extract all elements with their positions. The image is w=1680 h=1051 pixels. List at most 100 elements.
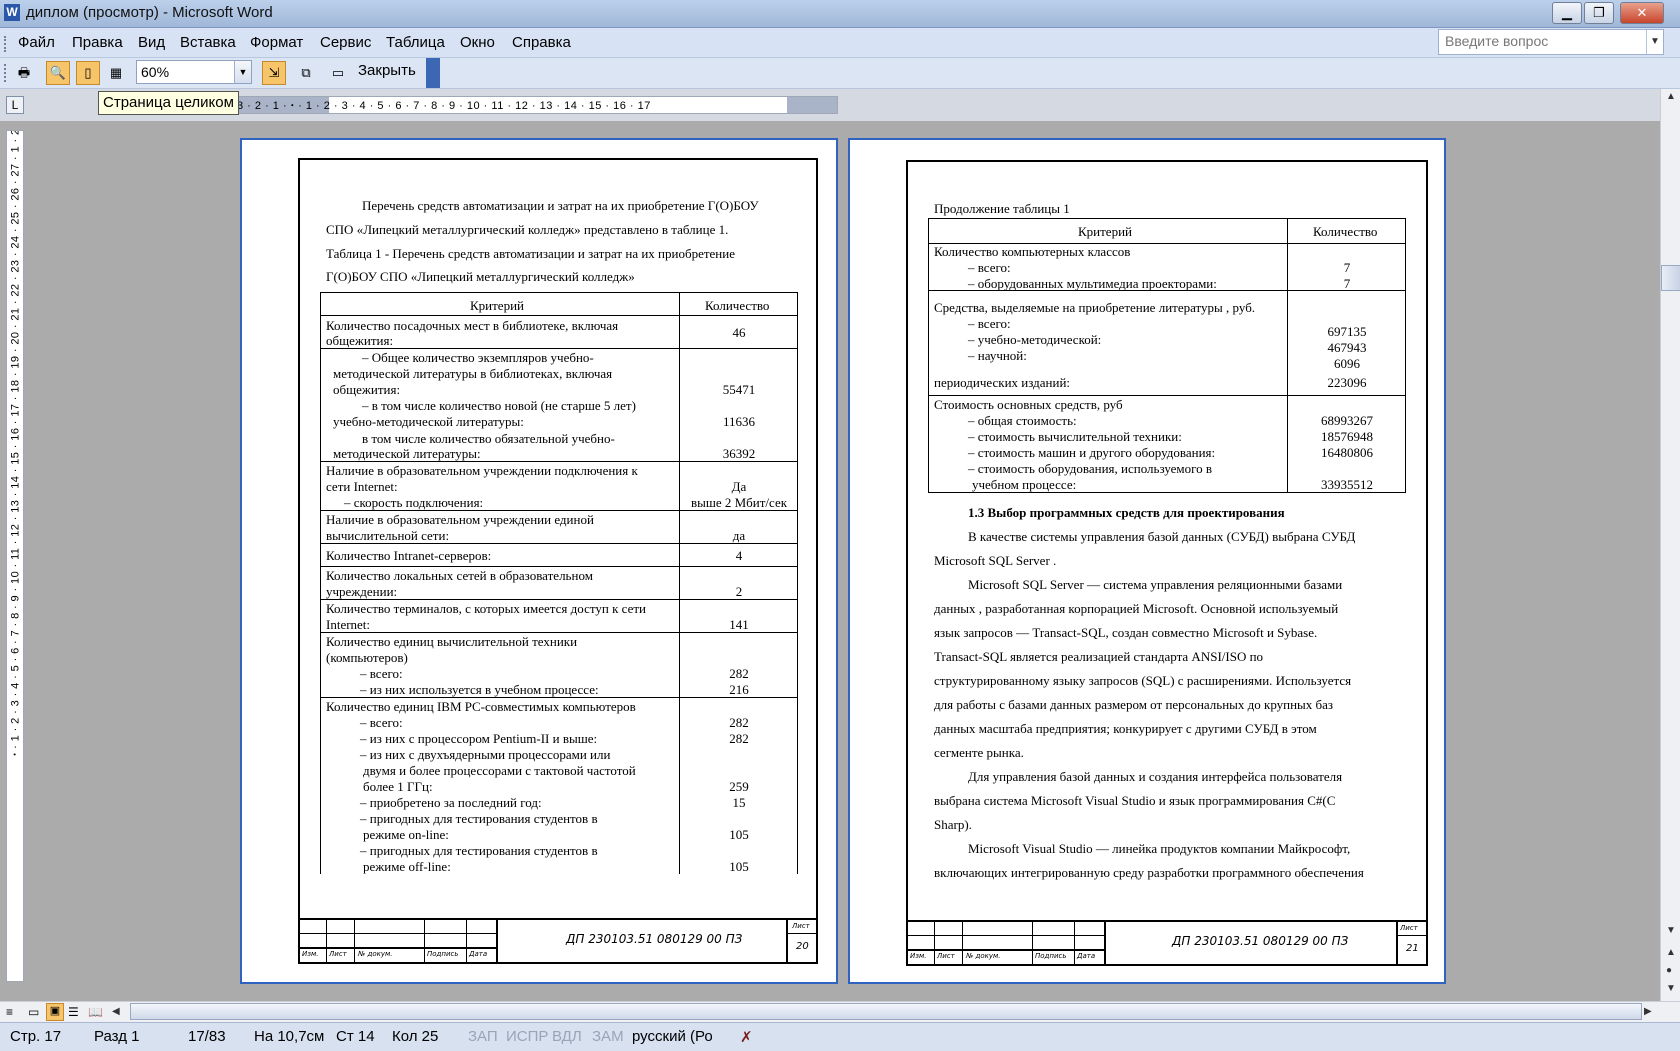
body-line: Microsoft SQL Server — система управлени… [968, 577, 1343, 592]
stamp-rule [906, 949, 1104, 951]
maximize-button[interactable]: ❐ [1584, 2, 1614, 24]
menu-help[interactable]: Справка [512, 34, 571, 51]
view-ruler-icon[interactable]: ▭ [326, 61, 350, 85]
menu-grip[interactable] [4, 36, 10, 52]
status-overtype[interactable]: ЗАМ [592, 1028, 624, 1045]
toolbar-options-icon[interactable] [426, 58, 440, 88]
stamp-col [934, 920, 935, 964]
scroll-left-icon[interactable]: ◀ [112, 1006, 120, 1017]
menu-edit[interactable]: Правка [72, 34, 123, 51]
vertical-scrollbar[interactable]: ▲ ▼ ▲ ● ▼ [1660, 89, 1680, 1001]
one-page-icon[interactable]: ▯ [76, 61, 100, 85]
status-rec[interactable]: ЗАП [468, 1028, 498, 1045]
print-preview-toolbar: 🖶 🔍 ▯ ▦ ⇲ ⧉ ▭ [0, 58, 1680, 89]
t1-line: учреждении: [326, 584, 398, 599]
select-browse-object-icon[interactable]: ● [1666, 965, 1672, 976]
tab-selector-icon[interactable]: L [6, 96, 24, 114]
t1-line: Количество локальных сетей в образовател… [326, 568, 593, 583]
prev-page-icon[interactable]: ▲ [1666, 947, 1676, 958]
toolbar-grip[interactable] [4, 64, 10, 82]
t2-line: – стоимость оборудования, используемого … [968, 461, 1213, 476]
body-line: Для управления базой данных и создания и… [968, 769, 1343, 784]
stamp-rule [786, 933, 818, 934]
t1-value: 141 [729, 617, 749, 632]
t2-line: – стоимость вычислительной техники: [968, 429, 1182, 444]
stamp-sheet-label: Лист [792, 922, 810, 930]
stamp-rule [1396, 935, 1428, 936]
menu-format[interactable]: Формат [250, 34, 303, 51]
normal-view-icon[interactable]: ≡ [6, 1005, 13, 1019]
horizontal-ruler[interactable]: 3 · 2 · 1 · ꞏ · 1 · 2 · 3 · 4 · 5 · 6 · … [232, 96, 838, 114]
minimize-button[interactable]: ▁ [1552, 2, 1582, 24]
caption-line-2: Г(О)БОУ СПО «Липецкий металлургический к… [326, 269, 635, 284]
outline-view-icon[interactable]: ☰ [68, 1005, 79, 1019]
t2-line: – всего: [968, 316, 1011, 331]
body-line: В качестве системы управления базой данн… [968, 529, 1356, 544]
intro-line-1: Перечень средств автоматизации и затрат … [362, 198, 759, 213]
t1-line: – скорость подключения: [344, 495, 484, 510]
t2-value: 7 [1343, 260, 1351, 275]
t2-line: – научной: [968, 348, 1027, 363]
stamp-document-code: ДП 230103.51 080129 00 ПЗ [566, 932, 743, 946]
scroll-down-icon[interactable]: ▼ [1666, 925, 1676, 936]
status-language[interactable]: русский (Ро [632, 1028, 713, 1045]
t1-value: 282 [729, 715, 749, 730]
stamp-col-label: № докум. [358, 950, 393, 958]
menu-window[interactable]: Окно [460, 34, 495, 51]
menu-file[interactable]: Файл [18, 34, 55, 51]
scroll-right-icon[interactable]: ▶ [1644, 1006, 1652, 1017]
status-track-changes[interactable]: ИСПР [506, 1028, 548, 1045]
multiple-pages-icon[interactable]: ▦ [104, 61, 128, 85]
horizontal-scroll-thumb[interactable] [130, 1003, 1642, 1020]
stamp-top-rule [906, 920, 1428, 922]
body-line: язык запросов — Transact-SQL, создан сов… [934, 625, 1318, 640]
t1-value: 15 [732, 795, 746, 810]
t1-line: – всего: [360, 715, 403, 730]
stamp-rule [298, 947, 496, 949]
reading-view-icon[interactable]: 📖 [88, 1005, 103, 1019]
t2-value: 18576948 [1321, 429, 1373, 444]
print-layout-view-icon[interactable]: ▣ [46, 1003, 64, 1021]
spelling-status-icon[interactable]: ✗ [740, 1028, 753, 1046]
next-page-icon[interactable]: ▼ [1666, 983, 1676, 994]
vertical-ruler[interactable]: 2 · 1 · ꞏ · 1 · 2 · 3 · 4 · 5 · 6 · 7 · … [6, 130, 24, 982]
table-1-rule [320, 348, 798, 349]
stamp-col [786, 918, 788, 962]
table-1-rule [320, 632, 798, 633]
section-heading: 1.3 Выбор программных средств для проект… [968, 505, 1285, 520]
vertical-scroll-thumb[interactable] [1661, 265, 1680, 291]
print-icon[interactable]: 🖶 [12, 61, 36, 85]
magnifier-icon[interactable]: 🔍 [46, 61, 70, 85]
table-1-rule [320, 510, 798, 511]
t1-line: – пригодных для тестирования студентов в [360, 811, 598, 826]
menu-view[interactable]: Вид [138, 34, 165, 51]
web-view-icon[interactable]: ▭ [28, 1005, 39, 1019]
stamp-sheet-number: 20 [796, 941, 809, 952]
t2-value: 697135 [1327, 324, 1367, 339]
body-line: для работы с базами данных размером от п… [934, 697, 1334, 712]
close-preview-button[interactable]: Закрыть [358, 62, 416, 79]
chevron-down-icon[interactable]: ▼ [234, 61, 251, 83]
chevron-down-icon[interactable]: ▼ [1646, 30, 1663, 54]
table-1-rule [320, 543, 798, 544]
menu-tools[interactable]: Сервис [320, 34, 371, 51]
scroll-up-icon[interactable]: ▲ [1666, 91, 1676, 102]
full-screen-icon[interactable]: ⧉ [294, 61, 318, 85]
t1-value: 11636 [722, 414, 756, 429]
status-extend[interactable]: ВДЛ [552, 1028, 582, 1045]
t1-line: – в том числе количество новой (не старш… [362, 398, 636, 413]
word-app-icon[interactable]: W [4, 4, 20, 21]
stamp-col-label: Изм. [910, 952, 927, 960]
close-window-button[interactable]: ✕ [1620, 2, 1664, 24]
body-line: включающих интегрированную среду разрабо… [934, 865, 1364, 880]
shrink-to-fit-icon[interactable]: ⇲ [262, 61, 286, 85]
t1-line: Количество посадочных мест в библиотеке,… [326, 318, 619, 333]
status-section: Разд 1 [94, 1028, 140, 1045]
menu-table[interactable]: Таблица [386, 34, 445, 51]
zoom-select[interactable]: 60% ▼ [136, 60, 252, 84]
body-line: Transact-SQL является реализацией станда… [934, 649, 1264, 664]
menu-insert[interactable]: Вставка [180, 34, 236, 51]
help-question-input[interactable]: Введите вопрос ▼ [1438, 29, 1664, 55]
caption-line-1: Таблица 1 - Перечень средств автоматизац… [326, 246, 735, 261]
t2-line: учебном процессе: [972, 477, 1077, 492]
